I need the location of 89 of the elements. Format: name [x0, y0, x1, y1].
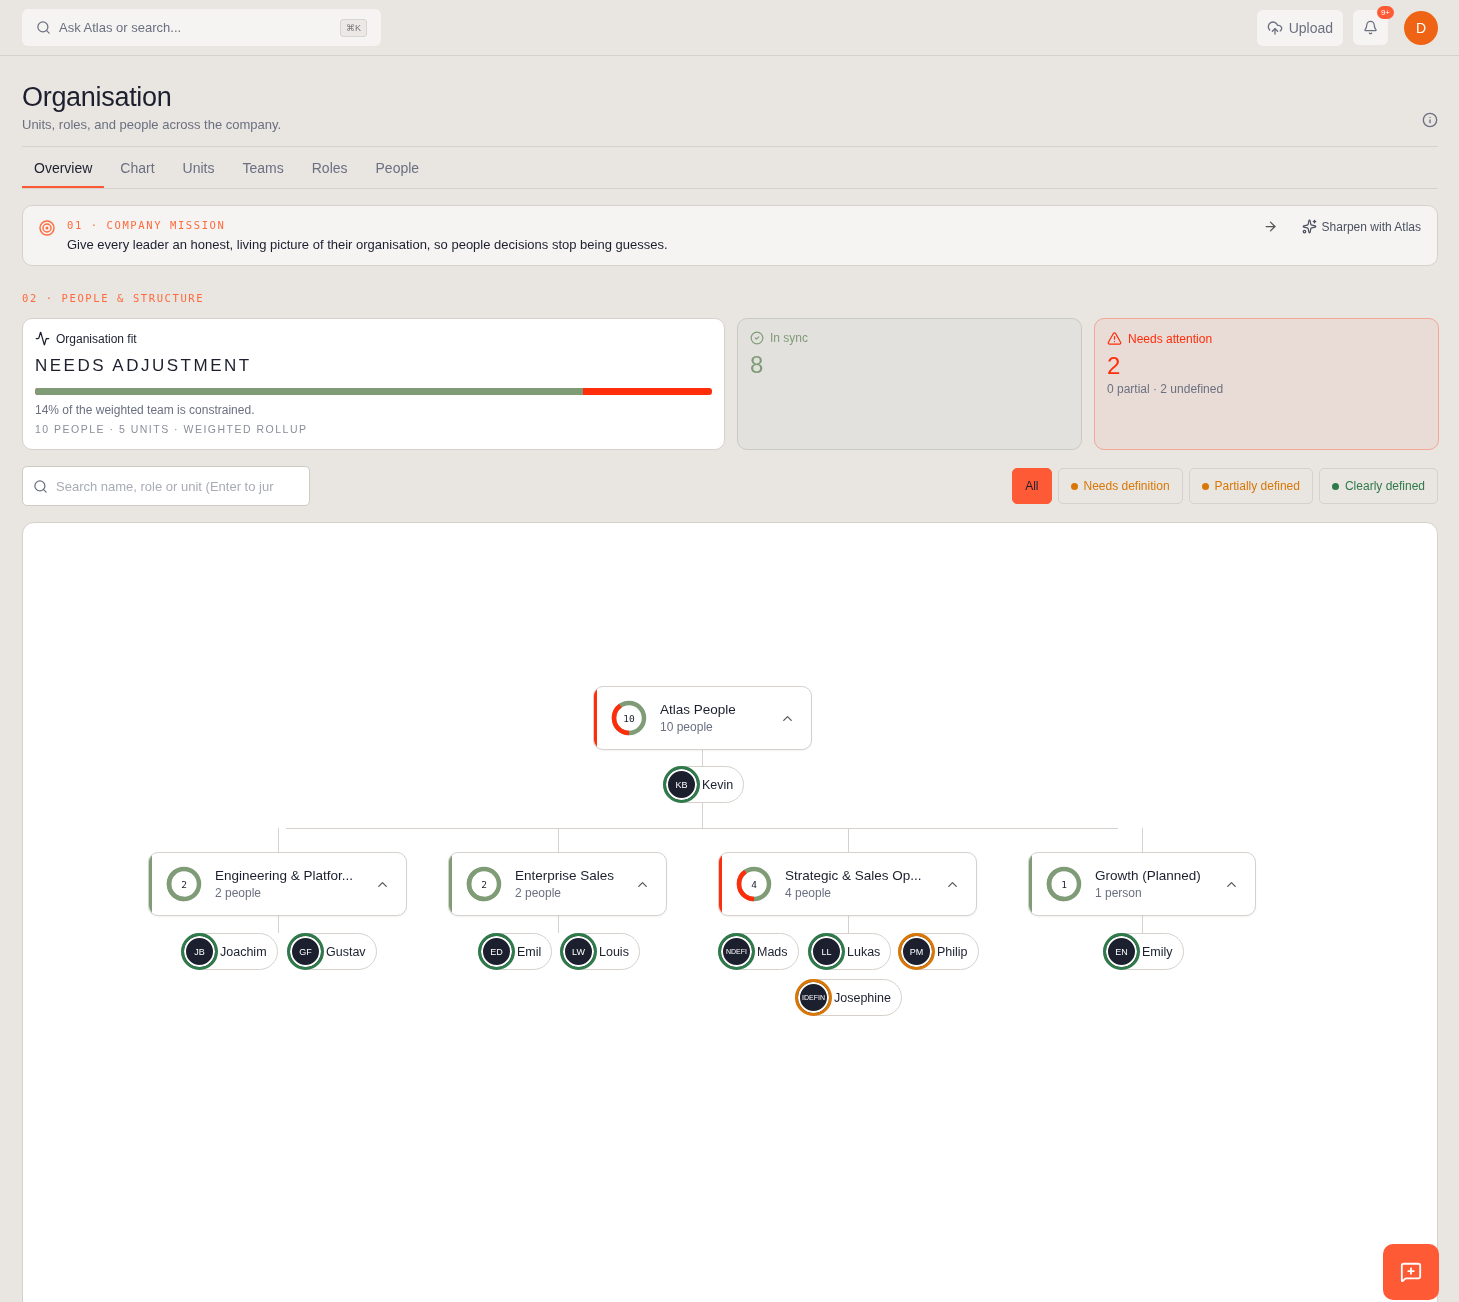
search-icon [36, 20, 51, 35]
person-pill[interactable]: LL Lukas [808, 933, 892, 970]
unit-card[interactable]: 2 Engineering & Platfor... 2 people [148, 852, 407, 916]
unit-name: Engineering & Platfor... [215, 868, 354, 883]
person-avatar: ED [478, 933, 515, 970]
unit-name: Atlas People [660, 702, 736, 717]
fit-status: NEEDS ADJUSTMENT [35, 356, 253, 376]
unit-count: 2 people [215, 886, 263, 900]
person-name: Gustav [326, 944, 366, 959]
mission-text: Give every leader an honest, living picture of their organisation, so people decisions stop being guesses. [67, 237, 668, 252]
sharpen-button[interactable]: Sharpen with Atlas [1301, 219, 1421, 234]
unit-count: 4 people [785, 886, 833, 900]
sparkles-icon [1301, 219, 1317, 234]
notifications-button[interactable] [1353, 10, 1388, 45]
unit-count: 10 people [660, 720, 714, 734]
person-avatar: PM [898, 933, 935, 970]
attention-count: 2 [1107, 352, 1122, 380]
unit-name: Growth (Planned) [1095, 868, 1201, 883]
fit-label: Organisation fit [56, 331, 137, 346]
search-field[interactable]: Search name, role or unit (Enter to jur [54, 477, 294, 495]
bell-icon [1363, 20, 1378, 35]
unit-card[interactable]: 4 Strategic & Sales Op... 4 people [718, 852, 977, 916]
person-name: Mads [757, 944, 788, 959]
check-icon [750, 331, 764, 345]
fit-ring: 4 [735, 865, 773, 903]
unit-count: 1 person [1095, 886, 1143, 900]
page-subtitle: Units, roles, and people across the company. [22, 117, 282, 132]
person-avatar: LW [560, 933, 597, 970]
message-plus-icon [1400, 1261, 1422, 1283]
tab[interactable]: People [363, 147, 432, 188]
attention-detail: 0 partial · 2 undefined [1107, 382, 1225, 396]
tab[interactable]: Overview [22, 147, 105, 188]
fit-ring: 2 [465, 865, 503, 903]
person-pill[interactable]: LW Louis [560, 933, 640, 970]
arrow-right-icon[interactable] [1262, 219, 1278, 234]
unit-card[interactable]: 10 Atlas People 10 people [593, 686, 812, 750]
fit-ring: 2 [165, 865, 203, 903]
filter-chip[interactable]: Clearly defined [1318, 468, 1438, 504]
person-pill[interactable]: GF Gustav [287, 933, 377, 970]
person-avatar: JB [181, 933, 218, 970]
fit-meta: 10 PEOPLE · 5 UNITS · WEIGHTED ROLLUP [35, 423, 309, 435]
tab[interactable]: Units [170, 147, 227, 188]
unit-card[interactable]: 1 Growth (Planned) 1 person [1028, 852, 1256, 916]
upload-button[interactable]: Upload [1256, 9, 1343, 46]
person-name: Emil [517, 944, 542, 959]
person-avatar: LL [808, 933, 845, 970]
person-pill[interactable]: ED Emil [478, 933, 553, 970]
person-avatar: GF [287, 933, 324, 970]
pulse-icon [35, 331, 50, 346]
mission-eyebrow: 01 · COMPANY MISSION [67, 219, 227, 231]
target-icon [39, 220, 55, 236]
person-pill[interactable]: PM Philip [898, 933, 979, 970]
person-avatar: EN [1103, 933, 1140, 970]
person-name: Josephine [834, 990, 891, 1005]
section-label: 02 · PEOPLE & STRUCTURE [22, 292, 206, 304]
person-pill[interactable]: JB Joachim [181, 933, 278, 970]
unit-card[interactable]: 2 Enterprise Sales 2 people [448, 852, 667, 916]
attention-label: Needs attention [1128, 331, 1213, 346]
tab[interactable]: Chart [108, 147, 167, 188]
person-name: Emily [1142, 944, 1173, 959]
person-name: Kevin [702, 777, 734, 792]
person-name: Lukas [847, 944, 881, 959]
unit-name: Strategic & Sales Op... [785, 868, 922, 883]
filter-chip[interactable]: All [1012, 468, 1052, 504]
unit-name: Enterprise Sales [515, 868, 615, 883]
fit-ring: 1 [1045, 865, 1083, 903]
search-field[interactable]: Ask Atlas or search... ⌘K [22, 9, 381, 46]
shortcut-hint: ⌘K [340, 18, 367, 37]
tab[interactable]: Roles [299, 147, 360, 188]
page-title: Organisation [22, 82, 173, 113]
search-box[interactable]: Search name, role or unit (Enter to jur [22, 466, 310, 506]
info-icon[interactable] [1422, 112, 1438, 128]
search-icon [33, 478, 48, 494]
cloud-upload-icon [1266, 19, 1283, 36]
person-avatar: KB [663, 766, 700, 803]
unit-count: 2 people [515, 886, 563, 900]
fit-note: 14% of the weighted team is constrained. [35, 403, 256, 417]
warning-icon [1107, 331, 1122, 346]
person-name: Louis [599, 944, 629, 959]
search-placeholder: Ask Atlas or search... [59, 20, 182, 35]
person-name: Joachim [220, 944, 267, 959]
person-pill[interactable]: EN Emily [1103, 933, 1184, 970]
fit-ring: 10 [610, 699, 648, 737]
person-name: Philip [937, 944, 968, 959]
tab[interactable]: Teams [230, 147, 296, 188]
add-comment-button[interactable] [1383, 1244, 1439, 1300]
in-sync-count: 8 [750, 351, 765, 379]
in-sync-label: In sync [770, 331, 808, 345]
person-pill[interactable]: KB Kevin [663, 766, 745, 803]
